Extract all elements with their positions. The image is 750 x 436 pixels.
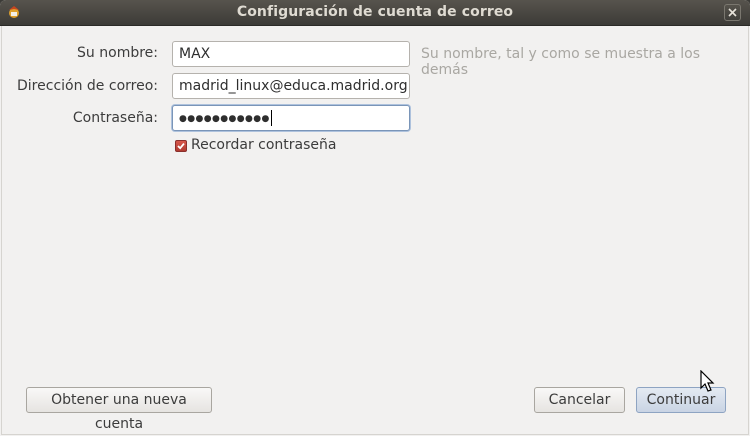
email-label: Dirección de correo: (17, 78, 158, 94)
titlebar: Configuración de cuenta de correo (0, 0, 750, 26)
name-label: Su nombre: (77, 45, 158, 61)
new-account-button[interactable]: Obtener una nueva cuenta (26, 387, 212, 432)
dialog-content: Su nombre: MAX Su nombre, tal y como se … (1, 26, 749, 435)
close-button[interactable] (724, 4, 741, 21)
text-caret (270, 110, 272, 126)
password-label: Contraseña: (72, 110, 158, 126)
email-input[interactable]: madrid_linux@educa.madrid.org (172, 73, 410, 99)
password-input[interactable]: ●●●●●●●●●●● (172, 105, 410, 131)
dialog-window: Configuración de cuenta de correo Su nom… (0, 0, 750, 436)
remember-password-label[interactable]: Recordar contraseña (191, 137, 336, 153)
window-title: Configuración de cuenta de correo (236, 4, 514, 20)
name-hint: Su nombre, tal y como se muestra a los d… (421, 46, 701, 78)
remember-password-checkbox[interactable] (175, 140, 187, 152)
mouse-pointer-icon (700, 370, 715, 392)
close-icon (728, 8, 737, 17)
password-mask: ●●●●●●●●●●● (179, 114, 270, 124)
cancel-button[interactable]: Cancelar (534, 387, 625, 413)
name-input[interactable]: MAX (172, 41, 410, 67)
check-icon (177, 143, 185, 150)
